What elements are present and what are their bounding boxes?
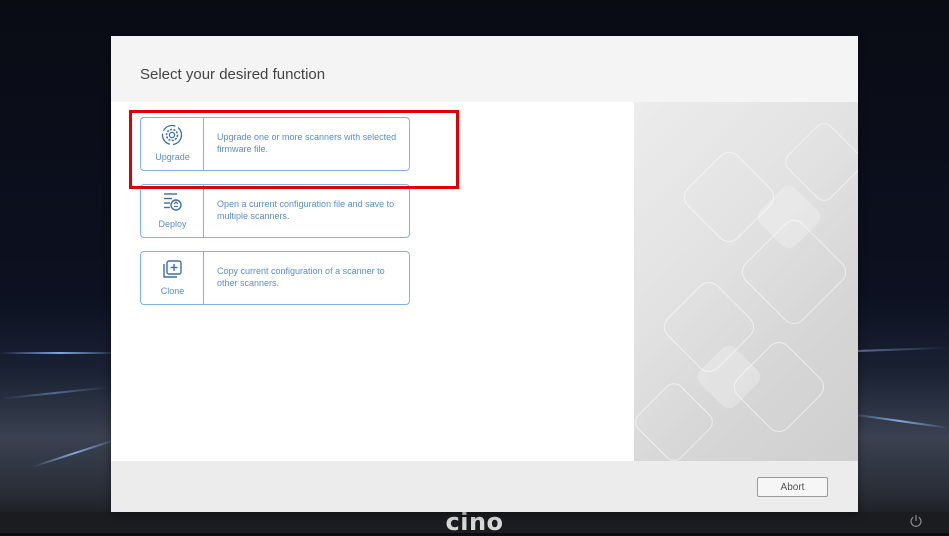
deploy-description: Open a current configuration file and sa…: [217, 199, 395, 221]
clone-option[interactable]: Clone Copy current configuration of a sc…: [140, 251, 410, 305]
deploy-icon-box: Deploy: [141, 185, 204, 237]
function-dialog: Select your desired function Abort Upgra…: [111, 36, 858, 512]
brand-logo: cino: [445, 508, 504, 536]
decorative-panel: [634, 102, 858, 461]
config-deploy-icon: [164, 193, 182, 211]
clone-icon-box: Clone: [141, 252, 204, 304]
abort-button[interactable]: Abort: [757, 477, 828, 497]
clone-description: Copy current configuration of a scanner …: [217, 266, 385, 288]
dialog-header: Select your desired function: [111, 36, 858, 102]
dialog-footer: [111, 461, 858, 512]
deploy-option[interactable]: Deploy Open a current configuration file…: [140, 184, 410, 238]
highlight-annotation: [129, 110, 459, 189]
clone-label: Clone: [160, 286, 185, 296]
dialog-title: Select your desired function: [140, 66, 326, 83]
decorative-pattern: [635, 123, 858, 461]
light-streak: [850, 413, 949, 429]
deploy-label: Deploy: [158, 219, 187, 229]
light-streak: [0, 386, 110, 400]
light-streak: [31, 438, 119, 468]
light-streak: [0, 352, 120, 354]
power-icon[interactable]: [906, 513, 926, 533]
clone-add-icon: [163, 260, 182, 278]
